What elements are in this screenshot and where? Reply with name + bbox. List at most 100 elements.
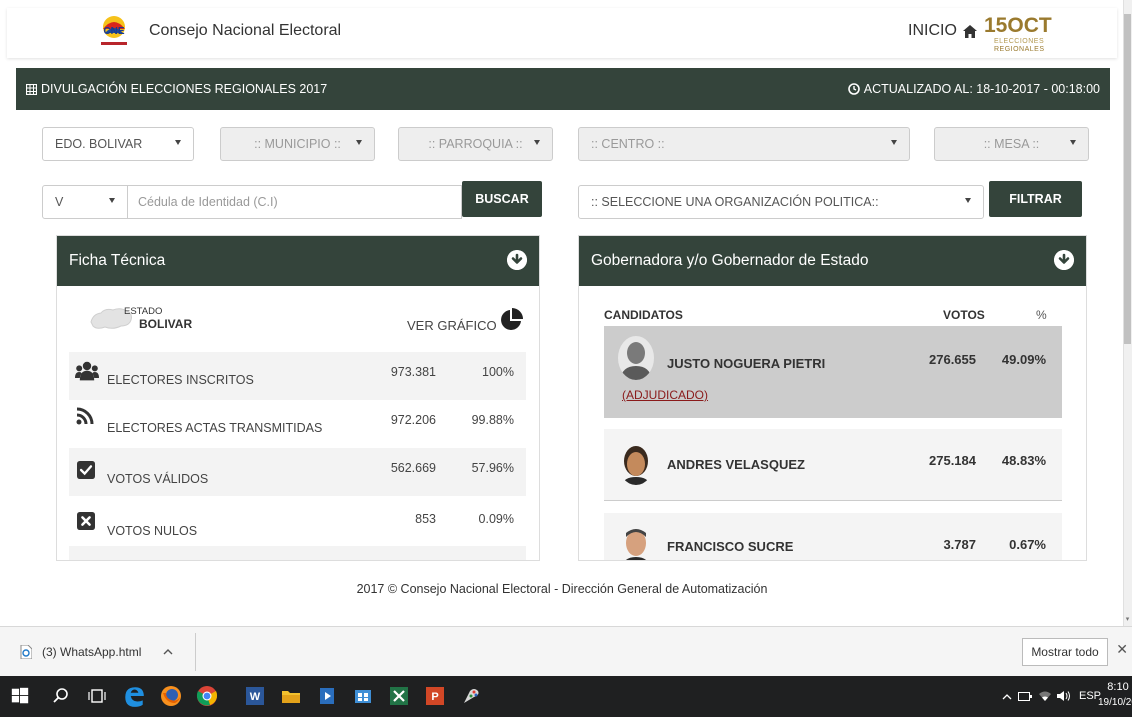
candidate-pct: 49.09%	[1001, 352, 1046, 367]
wifi-icon[interactable]	[1038, 690, 1052, 702]
ver-grafico-label: VER GRÁFICO	[407, 318, 497, 333]
nav-inicio-link[interactable]: INICIO	[908, 22, 977, 40]
buscar-button-label: BUSCAR	[475, 192, 529, 206]
event-logo-line1: ELECCIONES	[994, 38, 1044, 45]
html-file-icon	[20, 645, 32, 659]
candidate-votes: 276.655	[929, 352, 976, 367]
ver-grafico-link[interactable]: VER GRÁFICO	[407, 306, 523, 333]
ficha-row-value: 562.669	[390, 461, 436, 475]
windows-taskbar: W P ESP 8:10 19/10/2	[0, 676, 1132, 717]
page-scrollbar[interactable]: ▾	[1123, 0, 1132, 626]
firefox-icon[interactable]	[160, 685, 182, 707]
clock-time[interactable]: 8:10	[1098, 681, 1132, 693]
nacionalidad-select-value: V	[55, 195, 64, 209]
gobernador-title: Gobernadora y/o Gobernador de Estado	[591, 252, 869, 269]
ficha-row-value: 853	[415, 512, 436, 526]
cedula-input[interactable]: Cédula de Identidad (C.I)	[128, 185, 462, 219]
ficha-tecnica-title: Ficha Técnica	[69, 252, 166, 269]
media-player-icon[interactable]	[316, 685, 338, 707]
file-explorer-icon[interactable]	[280, 685, 302, 707]
ficha-row-pct: 57.96%	[471, 461, 514, 475]
organizacion-select[interactable]: :: SELECCIONE UNA ORGANIZACIÓN POLITICA:…	[578, 185, 984, 219]
filtrar-button-label: FILTRAR	[1009, 192, 1062, 206]
search-icon[interactable]	[50, 685, 72, 707]
elecciones-regionales-logo: 15OCT ELECCIONES REGIONALES	[984, 14, 1052, 53]
estado-select[interactable]: EDO. BOLIVAR	[42, 127, 194, 161]
scroll-down-arrow-icon[interactable]: ▾	[1124, 616, 1131, 624]
store-icon[interactable]	[352, 685, 374, 707]
centro-select-value: :: CENTRO ::	[591, 137, 665, 151]
parroquia-select[interactable]: :: PARROQUIA ::	[398, 127, 553, 161]
candidate-photo	[618, 523, 654, 560]
nacionalidad-select[interactable]: V	[42, 185, 128, 219]
chevron-up-icon[interactable]	[1002, 693, 1012, 701]
organizacion-select-value: :: SELECCIONE UNA ORGANIZACIÓN POLITICA:…	[591, 195, 879, 209]
powerpoint-icon[interactable]: P	[424, 685, 446, 707]
paint-icon[interactable]	[460, 685, 482, 707]
ficha-tecnica-header: Ficha Técnica	[57, 236, 539, 286]
site-title: Consejo Nacional Electoral	[149, 22, 342, 39]
cne-logo-text: CNE	[103, 26, 124, 37]
caret-down-icon	[1070, 140, 1076, 145]
show-all-downloads-button[interactable]: Mostrar todo	[1022, 638, 1108, 666]
buscar-button[interactable]: BUSCAR	[462, 181, 542, 217]
ficha-row-electores-inscritos: ELECTORES INSCRITOS 973.381 100%	[69, 352, 526, 400]
ficha-row-votos-validos: VOTOS VÁLIDOS 562.669 57.96%	[69, 448, 526, 496]
volume-icon[interactable]	[1056, 690, 1072, 702]
nav-inicio-label: INICIO	[908, 22, 957, 39]
gobernador-panel: Gobernadora y/o Gobernador de Estado CAN…	[578, 235, 1087, 561]
cne-logo[interactable]: CNE	[89, 13, 139, 49]
windows-start-icon[interactable]	[10, 686, 30, 706]
ficha-row-votos-nulos: VOTOS NULOS 853 0.09%	[69, 496, 526, 544]
mesa-select-value: :: MESA ::	[983, 137, 1040, 151]
candidate-card-velasquez[interactable]: ANDRES VELASQUEZ 275.184 48.83%	[604, 429, 1062, 501]
battery-icon[interactable]	[1018, 692, 1032, 701]
download-item[interactable]: (3) WhatsApp.html	[0, 633, 196, 671]
caret-down-icon	[965, 198, 971, 203]
task-view-icon[interactable]	[86, 685, 108, 707]
candidate-votes: 275.184	[929, 453, 976, 468]
candidate-photo	[618, 441, 654, 485]
svg-text:W: W	[250, 691, 261, 703]
excel-icon[interactable]	[388, 685, 410, 707]
scrollbar-thumb[interactable]	[1124, 14, 1131, 344]
edge-browser-icon[interactable]	[122, 684, 146, 708]
ficha-row-label: VOTOS VÁLIDOS	[107, 472, 209, 486]
candidate-card-noguera[interactable]: JUSTO NOGUERA PIETRI 276.655 49.09% (ADJ…	[604, 326, 1062, 418]
ficha-tecnica-panel: Ficha Técnica ESTADO BOLIVAR VER GRÁFICO	[56, 235, 540, 561]
candidate-photo	[618, 336, 654, 380]
svg-text:P: P	[431, 691, 438, 703]
estado-select-value: EDO. BOLIVAR	[55, 137, 143, 151]
candidate-pct: 48.83%	[1001, 453, 1046, 468]
users-icon	[75, 361, 99, 381]
candidate-card-sucre[interactable]: FRANCISCO SUCRE 3.787 0.67%	[604, 513, 1062, 560]
candidate-pct: 0.67%	[1009, 537, 1046, 552]
centro-select[interactable]: :: CENTRO ::	[578, 127, 910, 161]
caret-down-icon	[356, 140, 362, 145]
chevron-down-circle-icon[interactable]	[1054, 250, 1074, 270]
filtrar-button[interactable]: FILTRAR	[989, 181, 1082, 217]
gobernador-header: Gobernadora y/o Gobernador de Estado	[579, 236, 1086, 286]
mesa-select[interactable]: :: MESA ::	[934, 127, 1089, 161]
close-icon[interactable]: ✕	[1116, 641, 1128, 658]
chrome-icon[interactable]	[196, 685, 218, 707]
ficha-row-value: 973.381	[390, 365, 436, 379]
candidate-votes: 3.787	[943, 537, 976, 552]
candidate-name: JUSTO NOGUERA PIETRI	[667, 356, 826, 371]
estado-name: BOLIVAR	[139, 317, 193, 331]
results-banner: DIVULGACIÓN ELECCIONES REGIONALES 2017 A…	[16, 68, 1110, 110]
clock-icon	[847, 83, 860, 95]
site-header: CNE Consejo Nacional Electoral INICIO 15…	[7, 8, 1117, 58]
banner-updated: ACTUALIZADO AL: 18-10-2017 - 00:18:00	[863, 82, 1100, 96]
caret-down-icon	[109, 198, 115, 203]
chevron-up-icon[interactable]	[163, 648, 173, 656]
table-icon	[26, 83, 37, 95]
ficha-row-label: ELECTORES INSCRITOS	[107, 373, 254, 387]
event-logo-line2: REGIONALES	[994, 46, 1045, 53]
adjudicado-link[interactable]: (ADJUDICADO)	[622, 388, 708, 402]
word-icon[interactable]: W	[244, 685, 266, 707]
caret-down-icon	[891, 140, 897, 145]
chevron-down-circle-icon[interactable]	[507, 250, 527, 270]
clock-date[interactable]: 19/10/2017	[1098, 697, 1132, 708]
municipio-select[interactable]: :: MUNICIPIO ::	[220, 127, 375, 161]
